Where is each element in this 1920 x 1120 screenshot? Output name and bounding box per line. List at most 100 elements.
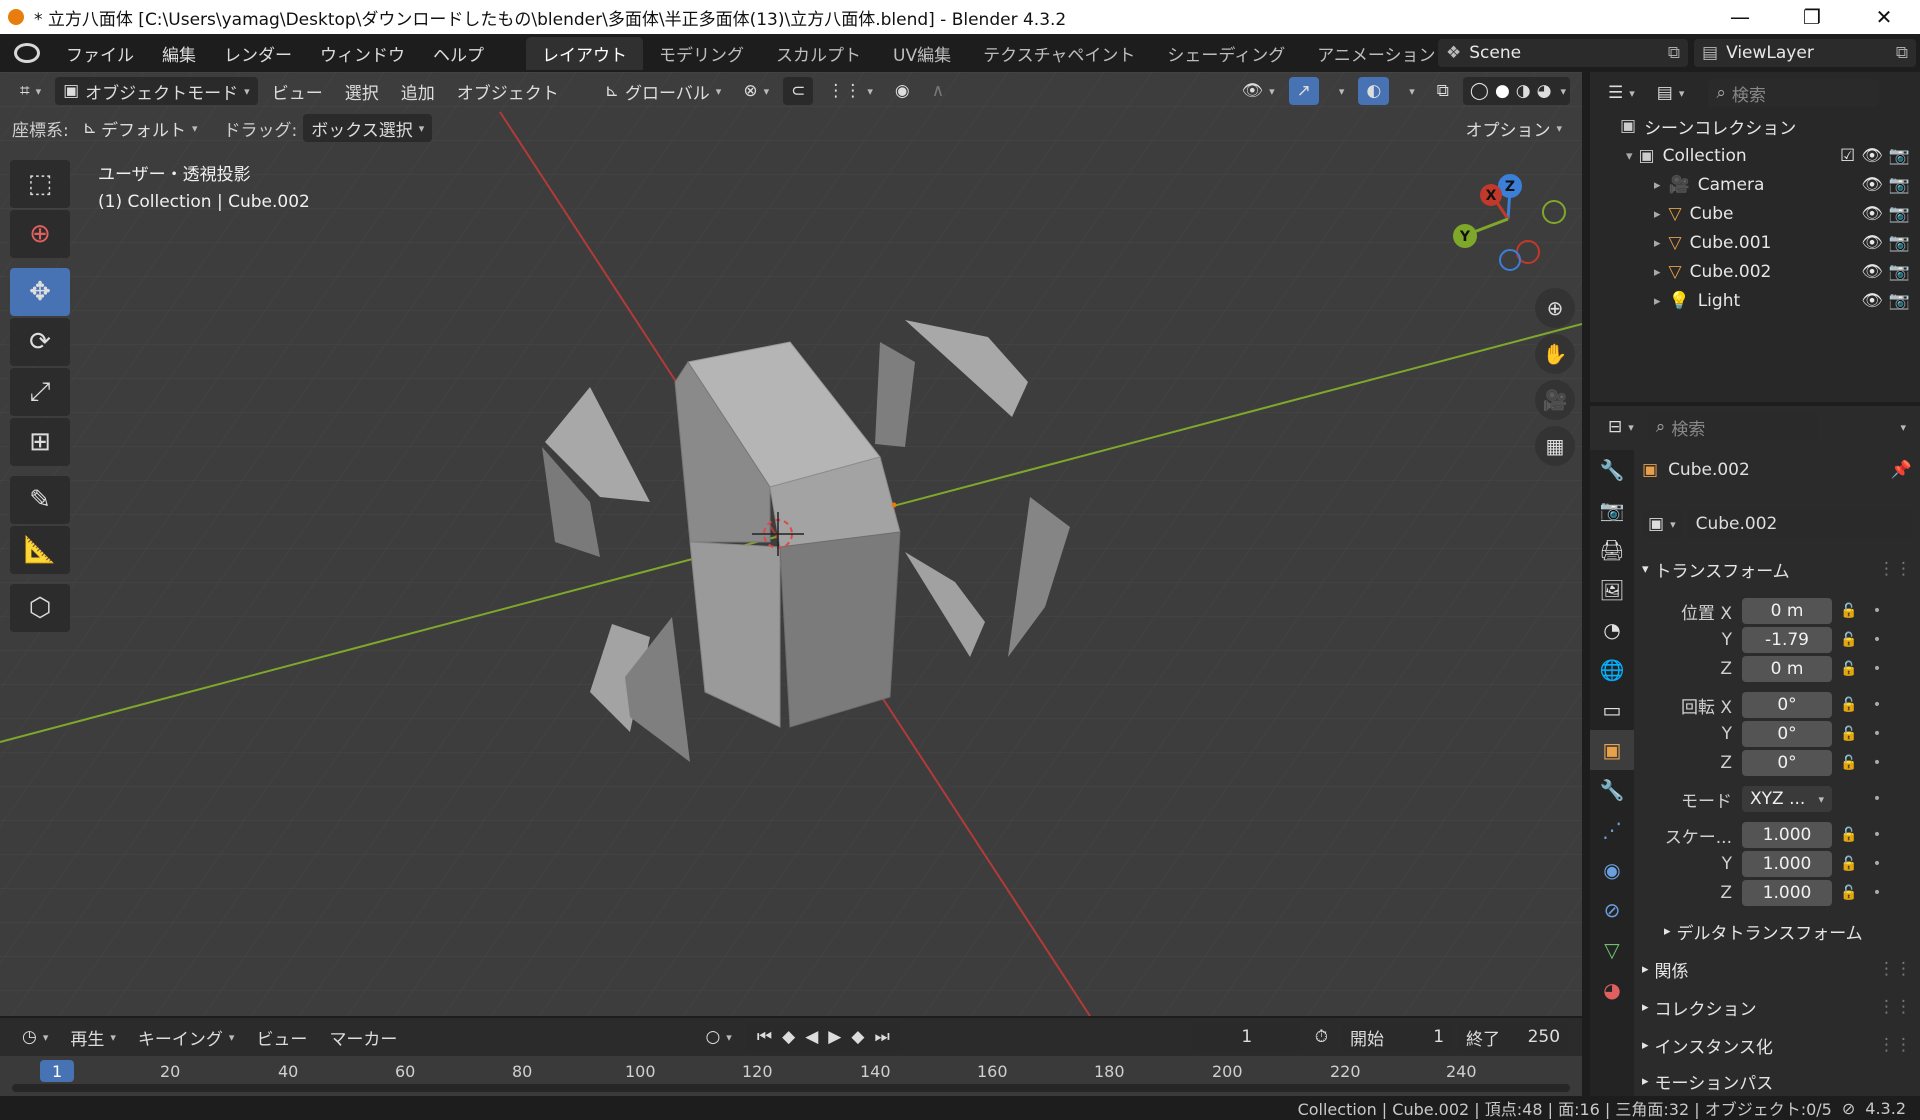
keyframe-dot-icon[interactable]: •: [1866, 632, 1888, 648]
keyframe-dot-icon[interactable]: •: [1866, 885, 1888, 901]
keyframe-dot-icon[interactable]: •: [1866, 827, 1888, 843]
instancing-section[interactable]: ▸ インスタンス化 ⋮⋮: [1642, 1030, 1912, 1060]
copy-icon[interactable]: ⧉: [1896, 43, 1908, 63]
timeline-editor-type[interactable]: ◷ ▾: [14, 1023, 56, 1051]
location-z-field[interactable]: 0 m: [1742, 656, 1832, 682]
jump-start-icon[interactable]: ⏮: [757, 1027, 772, 1047]
material-shading-icon[interactable]: ◑: [1516, 81, 1531, 101]
data-tab-icon[interactable]: ▽: [1590, 930, 1634, 970]
view-layer-tab-icon[interactable]: 🖼: [1590, 570, 1634, 610]
lock-icon[interactable]: 🔓: [1838, 603, 1860, 619]
tab-texture-paint[interactable]: テクスチャペイント: [967, 37, 1151, 70]
scene-tab-icon[interactable]: ◔: [1590, 610, 1634, 650]
object-type-dropdown[interactable]: ▣ ▾: [1642, 510, 1682, 538]
keyframe-dot-icon[interactable]: •: [1866, 661, 1888, 677]
menu-object[interactable]: オブジェクト: [449, 77, 567, 105]
preview-range-toggle[interactable]: ⏱: [1307, 1023, 1336, 1051]
visibility-eye-icon[interactable]: 👁: [1861, 146, 1883, 166]
mode-dropdown[interactable]: ▣ オブジェクトモード ▾: [55, 77, 258, 105]
output-tab-icon[interactable]: 🖨: [1590, 530, 1634, 570]
timeline-scrollbar[interactable]: [12, 1084, 1570, 1092]
collection-tab-icon[interactable]: ▭: [1590, 690, 1634, 730]
auto-key-toggle[interactable]: ○ ▾: [697, 1023, 739, 1051]
keyframe-dot-icon[interactable]: •: [1866, 726, 1888, 742]
lock-icon[interactable]: 🔓: [1838, 661, 1860, 677]
drag-handle-icon[interactable]: ⋮⋮: [1878, 1035, 1912, 1055]
outliner-editor-type[interactable]: ☰ ▾: [1600, 79, 1643, 107]
minimize-button[interactable]: —: [1704, 0, 1776, 34]
editor-type-button[interactable]: ⌗ ▾: [12, 77, 49, 105]
options-dropdown[interactable]: オプション ▾: [1457, 114, 1570, 142]
keyframe-dot-icon[interactable]: •: [1866, 697, 1888, 713]
drag-dropdown[interactable]: ボックス選択 ▾: [303, 114, 433, 142]
timeline-view-menu[interactable]: ビュー: [248, 1023, 315, 1051]
xray-toggle[interactable]: ⧉: [1429, 77, 1457, 105]
rotation-y-field[interactable]: 0°: [1742, 721, 1832, 747]
blender-menu-icon[interactable]: [14, 43, 40, 63]
lock-icon[interactable]: 🔓: [1838, 885, 1860, 901]
material-tab-icon[interactable]: ◕: [1590, 970, 1634, 1010]
close-button[interactable]: ✕: [1848, 0, 1920, 34]
viewlayer-selector[interactable]: ▤ ViewLayer ⧉: [1694, 39, 1916, 67]
drag-handle-icon[interactable]: ⋮⋮: [1878, 997, 1912, 1017]
overlay-dropdown[interactable]: ▾: [1395, 77, 1423, 105]
scene-selector[interactable]: ❖ Scene ⧉: [1438, 39, 1688, 67]
tool-tab-icon[interactable]: 🔧: [1590, 450, 1634, 490]
lock-icon[interactable]: 🔓: [1838, 755, 1860, 771]
jump-end-icon[interactable]: ⏭: [874, 1027, 889, 1047]
3d-viewport[interactable]: Z X Y ⌗ ▾ ▣ オブジェクトモード ▾ ビュー 選択 追加 オブジェクト ⊾ グ…: [0, 72, 1582, 1016]
menu-view[interactable]: ビュー: [264, 77, 331, 105]
pin-icon[interactable]: 📌: [1891, 460, 1912, 480]
expand-icon[interactable]: ▸: [1654, 236, 1661, 251]
visibility-eye-icon[interactable]: 👁: [1861, 291, 1883, 311]
world-tab-icon[interactable]: 🌐: [1590, 650, 1634, 690]
render-camera-icon[interactable]: 📷: [1889, 291, 1910, 311]
pin-icon[interactable]: ⧉: [1668, 43, 1680, 63]
constraints-tab-icon[interactable]: ⊘: [1590, 890, 1634, 930]
menu-edit[interactable]: 編集: [148, 41, 210, 66]
properties-editor-type[interactable]: ⊟ ▾: [1600, 413, 1642, 441]
lock-icon[interactable]: 🔓: [1838, 697, 1860, 713]
menu-file[interactable]: ファイル: [52, 41, 148, 66]
tab-layout[interactable]: レイアウト: [526, 36, 643, 70]
menu-add[interactable]: 追加: [393, 77, 443, 105]
scale-tool[interactable]: ⤢: [10, 368, 70, 416]
snap-toggle[interactable]: ⊂: [783, 77, 814, 105]
next-key-icon[interactable]: ◆: [851, 1027, 864, 1047]
render-camera-icon[interactable]: 📷: [1889, 175, 1910, 195]
outliner-item[interactable]: ▸ ▽ Cube 👁 📷: [1590, 200, 1920, 228]
annotate-tool[interactable]: ✎: [10, 476, 70, 524]
drag-handle-icon[interactable]: ⋮⋮: [1878, 959, 1912, 979]
shading-buttons[interactable]: ◯ ● ◑ ◕ ▾: [1462, 77, 1570, 105]
drag-handle-icon[interactable]: ⋮⋮: [1878, 559, 1912, 579]
maximize-button[interactable]: ❐: [1776, 0, 1848, 34]
render-tab-icon[interactable]: 📷: [1590, 490, 1634, 530]
select-box-tool[interactable]: ⬚: [10, 160, 70, 208]
lock-icon[interactable]: 🔓: [1838, 726, 1860, 742]
transform-tool[interactable]: ⊞: [10, 418, 70, 466]
lock-icon[interactable]: 🔓: [1838, 827, 1860, 843]
keyframe-dot-icon[interactable]: •: [1866, 755, 1888, 771]
rotation-x-field[interactable]: 0°: [1742, 692, 1832, 718]
tab-shading[interactable]: シェーディング: [1151, 37, 1301, 70]
scale-x-field[interactable]: 1.000: [1742, 822, 1832, 848]
physics-tab-icon[interactable]: ◉: [1590, 850, 1634, 890]
falloff-dropdown[interactable]: ∧: [924, 77, 952, 105]
visibility-eye-icon[interactable]: 👁: [1861, 233, 1883, 253]
object-name-field[interactable]: Cube.002: [1687, 510, 1912, 538]
expand-icon[interactable]: ▸: [1654, 207, 1661, 222]
exclude-checkbox[interactable]: ☑: [1840, 146, 1855, 166]
keyframe-dot-icon[interactable]: •: [1866, 791, 1888, 807]
menu-help[interactable]: ヘルプ: [419, 41, 498, 66]
cursor-tool[interactable]: ⊕: [10, 210, 70, 258]
play-reverse-icon[interactable]: ◀: [805, 1027, 818, 1047]
start-frame-field[interactable]: 開始 1: [1342, 1023, 1453, 1051]
pan-button[interactable]: ✋: [1535, 334, 1575, 374]
shading-dropdown-icon[interactable]: ▾: [1560, 85, 1566, 98]
properties-search-input[interactable]: ⌕ 検索: [1647, 413, 1818, 441]
menu-window[interactable]: ウィンドウ: [306, 41, 419, 66]
modifier-tab-icon[interactable]: 🔧: [1590, 770, 1634, 810]
play-icon[interactable]: ▶: [828, 1027, 841, 1047]
marker-menu[interactable]: マーカー: [321, 1023, 405, 1051]
properties-options[interactable]: ▾: [1886, 413, 1914, 441]
